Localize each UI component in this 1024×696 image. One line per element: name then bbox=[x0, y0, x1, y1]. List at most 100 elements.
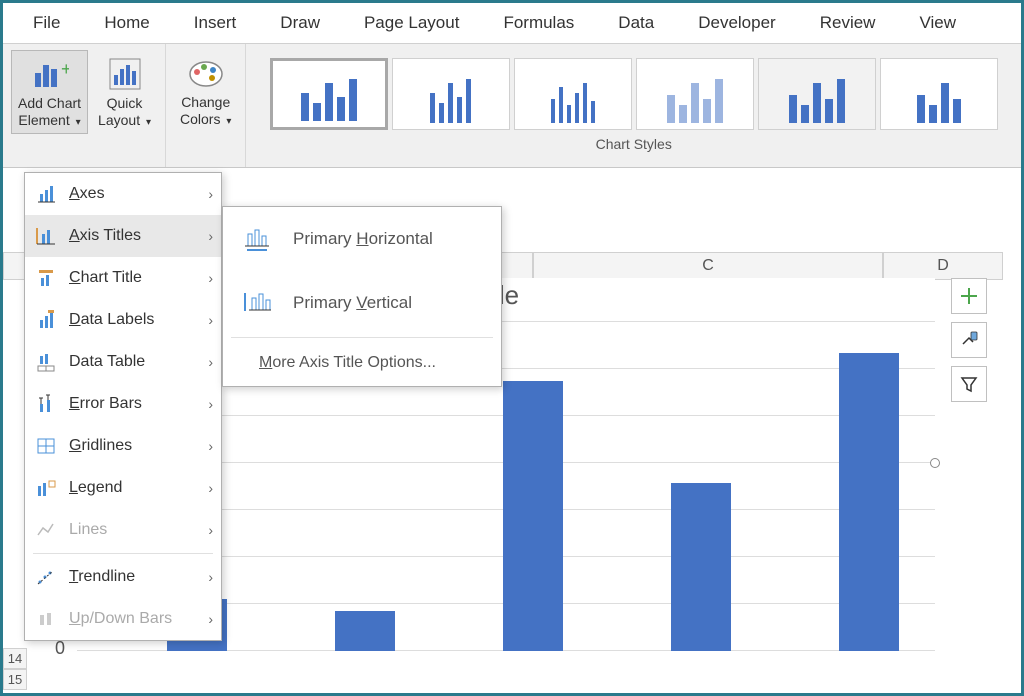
chart-style-4[interactable] bbox=[636, 58, 754, 130]
menu-data-labels-label: Data Labels bbox=[69, 311, 208, 329]
ribbon-tabs: File Home Insert Draw Page Layout Formul… bbox=[3, 3, 1021, 44]
ribbon-group-chart-layouts: + Add ChartElement ▾ QuickLayout ▾ bbox=[3, 44, 166, 167]
bar-3[interactable] bbox=[503, 381, 563, 651]
chevron-right-icon: › bbox=[208, 396, 213, 412]
menu-trendline-label: Trendline bbox=[69, 568, 208, 586]
trendline-icon bbox=[33, 566, 59, 588]
tab-page-layout[interactable]: Page Layout bbox=[342, 3, 481, 43]
tab-file[interactable]: File bbox=[11, 3, 82, 43]
menu-data-table-label: Data Table bbox=[69, 353, 208, 371]
menu-updown-bars-label: Up/Down Bars bbox=[69, 610, 208, 628]
menu-error-bars[interactable]: Error Bars › bbox=[25, 383, 221, 425]
ribbon-content: + Add ChartElement ▾ QuickLayout ▾ Chang… bbox=[3, 44, 1021, 168]
tab-developer[interactable]: Developer bbox=[676, 3, 798, 43]
chart-styles-label: Chart Styles bbox=[596, 130, 672, 158]
ribbon-group-change-colors: ChangeColors ▾ bbox=[166, 44, 246, 167]
menu-lines-label: Lines bbox=[69, 521, 208, 539]
y-axis-zero: 0 bbox=[55, 638, 65, 659]
change-colors-label: ChangeColors ▾ bbox=[180, 94, 231, 128]
menu-lines: Lines › bbox=[25, 509, 221, 551]
menu-axes-label: Axes bbox=[69, 185, 208, 203]
menu-axes[interactable]: Axes › bbox=[25, 173, 221, 215]
menu-trendline[interactable]: Trendline › bbox=[25, 556, 221, 598]
menu-updown-bars: Up/Down Bars › bbox=[25, 598, 221, 640]
gridlines-icon bbox=[33, 435, 59, 457]
submenu-more-options[interactable]: More Axis Title Options... bbox=[223, 340, 501, 386]
chart-style-5[interactable] bbox=[758, 58, 876, 130]
row-header-15[interactable]: 15 bbox=[3, 669, 27, 690]
palette-icon bbox=[187, 54, 225, 92]
axes-icon bbox=[33, 183, 59, 205]
menu-legend[interactable]: Legend › bbox=[25, 467, 221, 509]
chevron-right-icon: › bbox=[208, 270, 213, 286]
chevron-right-icon: › bbox=[208, 228, 213, 244]
menu-chart-title[interactable]: Chart Title › bbox=[25, 257, 221, 299]
col-header-d[interactable]: D bbox=[883, 252, 1003, 280]
chart-style-3[interactable] bbox=[514, 58, 632, 130]
axis-titles-icon bbox=[33, 225, 59, 247]
row-headers: 14 15 bbox=[3, 648, 27, 690]
chevron-right-icon: › bbox=[208, 186, 213, 202]
add-chart-element-label: Add ChartElement ▾ bbox=[18, 95, 81, 129]
quick-layout-label: QuickLayout ▾ bbox=[98, 95, 151, 129]
tab-data[interactable]: Data bbox=[596, 3, 676, 43]
bar-4[interactable] bbox=[671, 483, 731, 651]
bar-2[interactable] bbox=[335, 611, 395, 651]
menu-separator bbox=[33, 553, 213, 554]
menu-gridlines-label: Gridlines bbox=[69, 437, 208, 455]
chart-styles-button[interactable] bbox=[951, 322, 987, 358]
selection-handle[interactable] bbox=[930, 458, 940, 468]
error-bars-icon bbox=[33, 393, 59, 415]
chart-style-1[interactable] bbox=[270, 58, 388, 130]
submenu-primary-horizontal[interactable]: Primary Horizontal bbox=[223, 207, 501, 271]
bar-5[interactable] bbox=[839, 353, 899, 651]
chevron-right-icon: › bbox=[208, 354, 213, 370]
chevron-right-icon: › bbox=[208, 569, 213, 585]
chart-elements-button[interactable] bbox=[951, 278, 987, 314]
tab-view[interactable]: View bbox=[897, 3, 978, 43]
tab-formulas[interactable]: Formulas bbox=[481, 3, 596, 43]
tab-draw[interactable]: Draw bbox=[258, 3, 342, 43]
menu-chart-title-label: Chart Title bbox=[69, 269, 208, 287]
change-colors-button[interactable]: ChangeColors ▾ bbox=[174, 50, 237, 132]
menu-data-labels[interactable]: Data Labels › bbox=[25, 299, 221, 341]
col-header-c[interactable]: C bbox=[533, 252, 883, 280]
chart-style-gallery bbox=[262, 50, 1006, 130]
menu-separator bbox=[231, 337, 493, 338]
data-table-icon bbox=[33, 351, 59, 373]
menu-data-table[interactable]: Data Table › bbox=[25, 341, 221, 383]
add-chart-element-button[interactable]: + Add ChartElement ▾ bbox=[11, 50, 88, 134]
legend-icon bbox=[33, 477, 59, 499]
chart-style-6[interactable] bbox=[880, 58, 998, 130]
tab-home[interactable]: Home bbox=[82, 3, 171, 43]
chevron-right-icon: › bbox=[208, 611, 213, 627]
submenu-primary-vertical-label: Primary Vertical bbox=[293, 293, 412, 313]
submenu-more-options-label: More Axis Title Options... bbox=[259, 354, 436, 372]
add-chart-element-menu: Axes › Axis Titles › Chart Title › Data … bbox=[24, 172, 222, 641]
menu-gridlines[interactable]: Gridlines › bbox=[25, 425, 221, 467]
tab-review[interactable]: Review bbox=[798, 3, 898, 43]
menu-legend-label: Legend bbox=[69, 479, 208, 497]
chart-filter-button[interactable] bbox=[951, 366, 987, 402]
chevron-right-icon: › bbox=[208, 522, 213, 538]
menu-error-bars-label: Error Bars bbox=[69, 395, 208, 413]
svg-text:+: + bbox=[61, 59, 69, 79]
chevron-right-icon: › bbox=[208, 438, 213, 454]
data-labels-icon bbox=[33, 309, 59, 331]
primary-vertical-icon bbox=[239, 289, 275, 317]
lines-icon bbox=[33, 519, 59, 541]
updown-bars-icon bbox=[33, 608, 59, 630]
submenu-primary-vertical[interactable]: Primary Vertical bbox=[223, 271, 501, 335]
chart-title-icon bbox=[33, 267, 59, 289]
primary-horizontal-icon bbox=[239, 225, 275, 253]
quick-layout-button[interactable]: QuickLayout ▾ bbox=[92, 50, 157, 134]
axis-titles-submenu: Primary Horizontal Primary Vertical More… bbox=[222, 206, 502, 387]
chevron-right-icon: › bbox=[208, 480, 213, 496]
add-chart-element-icon: + bbox=[31, 55, 69, 93]
tab-insert[interactable]: Insert bbox=[172, 3, 259, 43]
chart-style-2[interactable] bbox=[392, 58, 510, 130]
row-header-14[interactable]: 14 bbox=[3, 648, 27, 669]
submenu-primary-horizontal-label: Primary Horizontal bbox=[293, 229, 433, 249]
quick-layout-icon bbox=[106, 55, 144, 93]
menu-axis-titles[interactable]: Axis Titles › bbox=[25, 215, 221, 257]
